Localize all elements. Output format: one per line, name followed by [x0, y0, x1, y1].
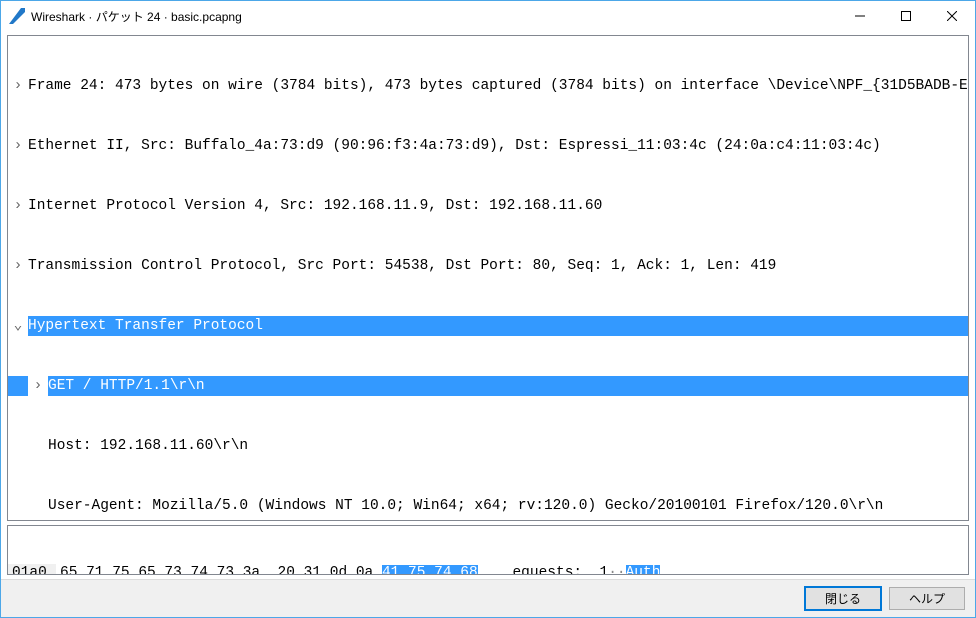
window-title: Wireshark · パケット 24 · basic.pcapng [31, 8, 837, 25]
chevron-right-icon[interactable]: › [12, 136, 24, 156]
chevron-right-icon[interactable]: › [12, 76, 24, 96]
chevron-right-icon[interactable]: › [32, 376, 44, 396]
help-button[interactable]: ヘルプ [889, 587, 965, 610]
tree-row-ip[interactable]: ›Internet Protocol Version 4, Src: 192.1… [8, 196, 968, 216]
hex-row[interactable]: 01a0 65 71 75 65 73 74 73 3a 20 31 0d 0a… [8, 564, 968, 575]
window-controls [837, 1, 975, 31]
wireshark-packet-window: Wireshark · パケット 24 · basic.pcapng ›Fram… [0, 0, 976, 618]
chevron-right-icon[interactable]: › [12, 196, 24, 216]
hex-bytes[interactable]: 65 71 75 65 73 74 73 3a 20 31 0d 0a 41 7… [56, 564, 660, 575]
minimize-button[interactable] [837, 1, 883, 31]
tree-row-tcp[interactable]: ›Transmission Control Protocol, Src Port… [8, 256, 968, 276]
close-dialog-button[interactable]: 閉じる [805, 587, 881, 610]
chevron-right-icon[interactable]: › [12, 256, 24, 276]
titlebar: Wireshark · パケット 24 · basic.pcapng [1, 1, 975, 31]
dialog-footer: 閉じる ヘルプ [1, 579, 975, 617]
packet-details-tree[interactable]: ›Frame 24: 473 bytes on wire (3784 bits)… [7, 35, 969, 521]
maximize-button[interactable] [883, 1, 929, 31]
tree-row-user-agent[interactable]: User-Agent: Mozilla/5.0 (Windows NT 10.0… [8, 496, 968, 516]
tree-row-http[interactable]: ⌄Hypertext Transfer Protocol [8, 316, 968, 336]
content-area: ›Frame 24: 473 bytes on wire (3784 bits)… [1, 31, 975, 617]
close-button[interactable] [929, 1, 975, 31]
wireshark-fin-icon [9, 8, 25, 24]
tree-row-ethernet[interactable]: ›Ethernet II, Src: Buffalo_4a:73:d9 (90:… [8, 136, 968, 156]
hex-offset: 01a0 [8, 564, 56, 575]
tree-row-frame[interactable]: ›Frame 24: 473 bytes on wire (3784 bits)… [8, 76, 968, 96]
tree-row-get[interactable]: ›GET / HTTP/1.1\r\n [8, 376, 968, 396]
chevron-down-icon[interactable]: ⌄ [12, 316, 24, 336]
packet-bytes-hex[interactable]: 01a0 65 71 75 65 73 74 73 3a 20 31 0d 0a… [7, 525, 969, 575]
tree-row-host[interactable]: Host: 192.168.11.60\r\n [8, 436, 968, 456]
